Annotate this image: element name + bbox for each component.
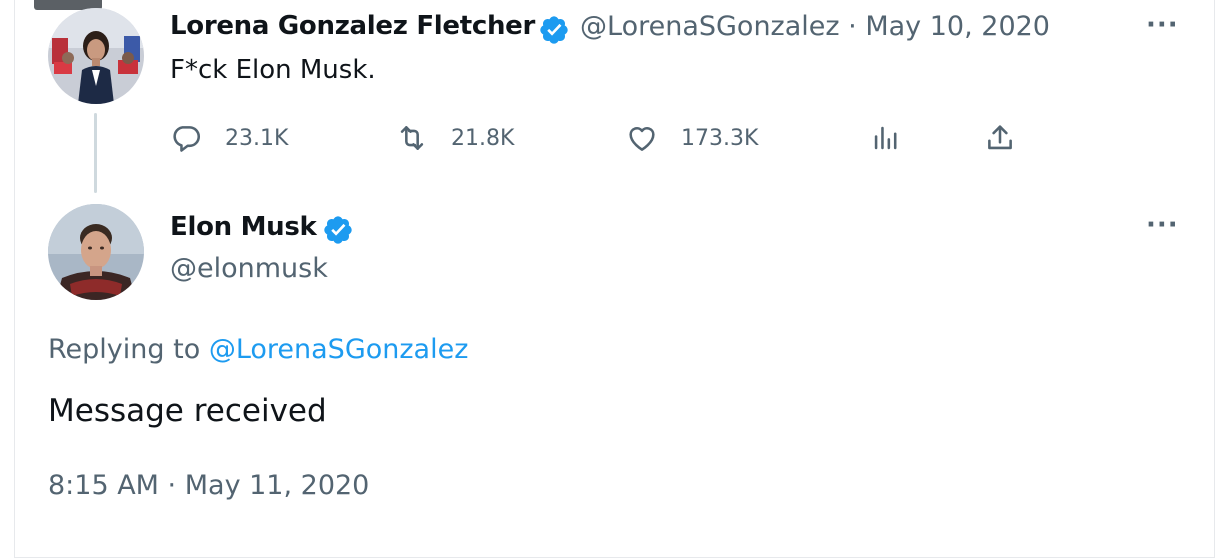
thread-connector xyxy=(94,113,97,193)
avatar-lorena[interactable] xyxy=(48,8,144,104)
handle-lorena[interactable]: @LorenaSGonzalez xyxy=(580,11,840,42)
avatar-elon-image xyxy=(48,204,144,300)
verified-badge-icon xyxy=(324,216,352,244)
handle-elon[interactable]: @elonmusk xyxy=(170,253,328,284)
replying-to: Replying to @LorenaSGonzalez xyxy=(48,334,468,365)
retweet-icon xyxy=(400,126,424,150)
views-action[interactable] xyxy=(869,118,903,158)
tweet-text-reply: Message received xyxy=(48,393,327,429)
replying-handle-link[interactable]: @LorenaSGonzalez xyxy=(209,334,469,365)
reply-icon xyxy=(173,126,201,152)
views-icon xyxy=(874,126,897,150)
verified-badge-icon xyxy=(540,16,568,44)
reply-action[interactable]: 23.1K xyxy=(169,118,288,158)
replying-prefix: Replying to xyxy=(48,334,209,365)
share-icon xyxy=(988,125,1012,150)
author-name-elon[interactable]: Elon Musk xyxy=(170,212,317,242)
more-icon[interactable]: ··· xyxy=(1146,10,1179,40)
reply-timestamp[interactable]: 8:15 AM · May 11, 2020 xyxy=(48,470,369,501)
parent-meta: @LorenaSGonzalez · May 10, 2020 xyxy=(580,11,1050,42)
avatar-elon[interactable] xyxy=(48,204,144,300)
post-date[interactable]: May 10, 2020 xyxy=(865,11,1050,42)
reply-count: 23.1K xyxy=(225,125,289,151)
meta-separator: · xyxy=(848,11,857,42)
retweet-action[interactable]: 21.8K xyxy=(395,118,514,158)
avatar-lorena-image xyxy=(48,8,144,104)
share-action[interactable] xyxy=(983,118,1017,158)
like-count: 173.3K xyxy=(681,125,759,151)
like-action[interactable]: 173.3K xyxy=(625,118,758,158)
retweet-count: 21.8K xyxy=(451,125,515,151)
more-icon[interactable]: ··· xyxy=(1146,210,1179,240)
author-name-lorena[interactable]: Lorena Gonzalez Fletcher xyxy=(170,11,535,41)
like-icon xyxy=(629,127,655,151)
tweet-text-parent: F*ck Elon Musk. xyxy=(170,55,376,85)
